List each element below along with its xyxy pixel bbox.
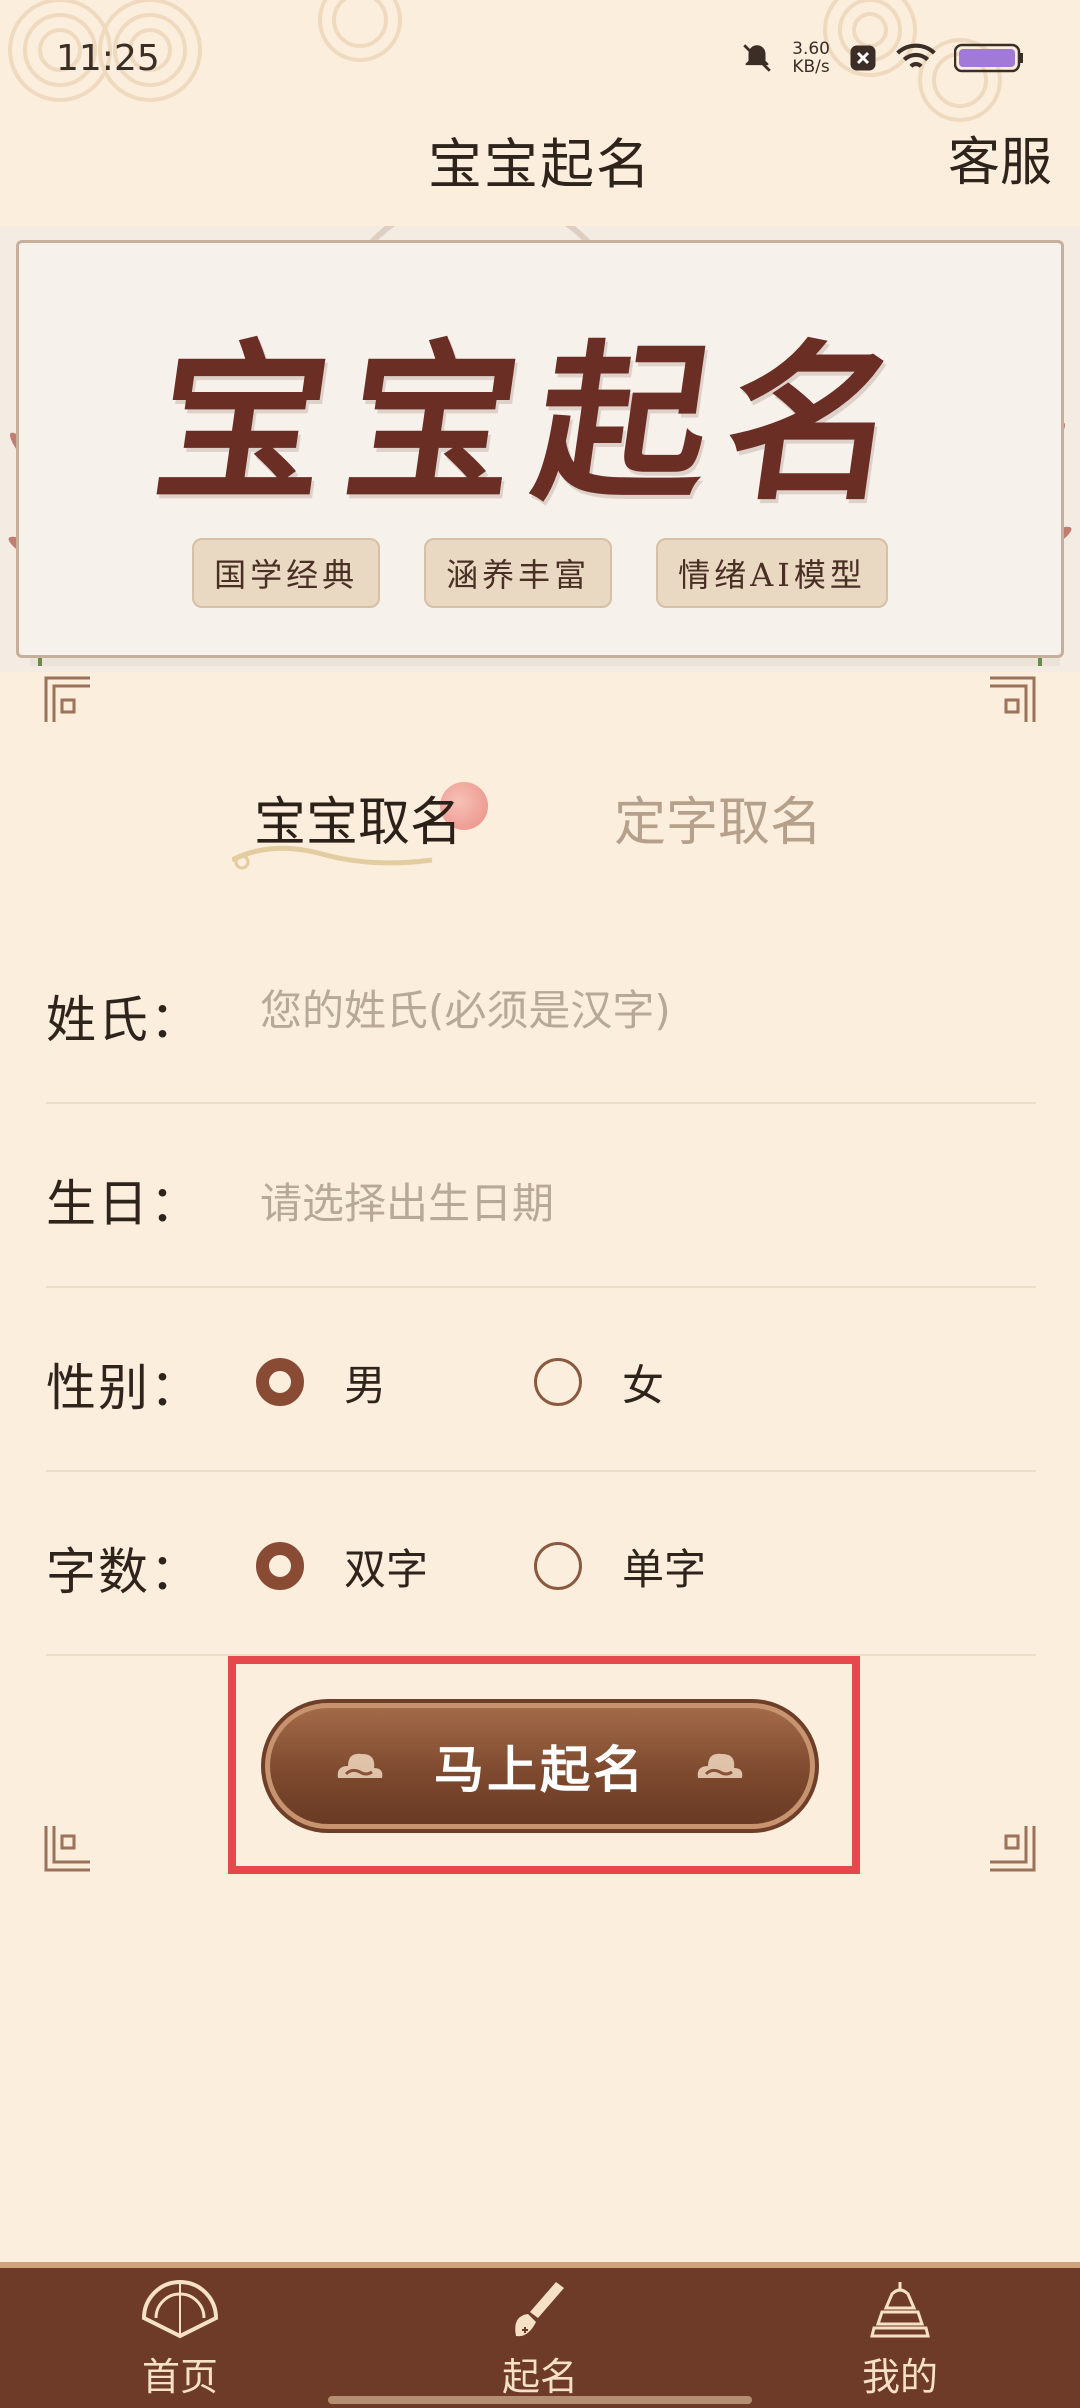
surname-input[interactable] (260, 978, 1000, 1042)
corner-ornament-top-right (990, 676, 1036, 722)
banner-tag: 涵养丰富 (424, 538, 613, 608)
bottom-navigation: 首页 起名 我的 (0, 2262, 1080, 2408)
birthday-label: 生日： (46, 1175, 202, 1233)
birthday-picker[interactable]: 请选择出生日期 (260, 1170, 554, 1231)
radio-label: 女 (622, 1360, 665, 1410)
nav-label-mine: 我的 (861, 2355, 938, 2399)
corner-ornament-bottom-right (990, 1826, 1036, 1872)
radio-checked-icon[interactable] (256, 1542, 304, 1590)
banner-tag: 情绪AI模型 (656, 538, 888, 608)
wifi-icon (896, 43, 936, 68)
banner-tag: 国学经典 (192, 538, 381, 608)
radio-label: 单字 (622, 1544, 707, 1594)
fan-icon (141, 2280, 219, 2339)
gender-row: 性别： 男 女 (46, 1288, 1036, 1472)
net-speed-unit: KB/s (792, 57, 830, 77)
home-indicator[interactable] (328, 2396, 752, 2404)
brush-icon (515, 2282, 564, 2337)
birthday-row: 生日： 请选择出生日期 (46, 1104, 1036, 1288)
app-page: 11:25 3.60 KB/s 宝宝起名 客服 宝宝起名 国学经典 涵养丰富 情… (0, 0, 1080, 2408)
surname-label: 姓氏： (46, 991, 202, 1049)
character-count-row: 字数： 双字 单字 (46, 1472, 1036, 1656)
nav-item-naming[interactable]: 起名 (430, 2278, 650, 2408)
cloud-ornament-icon (697, 1753, 743, 1778)
banner-tags: 国学经典 涵养丰富 情绪AI模型 (0, 538, 1080, 608)
mute-bell-icon (743, 44, 771, 72)
hero-banner: 宝宝起名 国学经典 涵养丰富 情绪AI模型 (0, 226, 1080, 672)
customer-service-button[interactable]: 客服 (948, 120, 1052, 195)
nav-item-home[interactable]: 首页 (70, 2278, 290, 2408)
tab-fixed-character-naming[interactable]: 定字取名 (614, 780, 822, 855)
naming-mode-tabs: 宝宝取名 定字取名 (0, 780, 1080, 880)
gender-label: 性别： (46, 1359, 202, 1417)
start-naming-button[interactable]: 马上起名 (270, 1708, 810, 1824)
count-option-double[interactable]: 双字 (256, 1526, 428, 1606)
radio-label: 男 (344, 1360, 387, 1410)
net-speed-value: 3.60 (792, 39, 830, 59)
nav-label-naming: 起名 (501, 2355, 578, 2399)
gender-option-female[interactable]: 女 (534, 1342, 664, 1422)
pagoda-icon (870, 2282, 930, 2338)
status-time: 11:25 (56, 38, 160, 79)
radio-label: 双字 (344, 1544, 429, 1594)
nav-item-mine[interactable]: 我的 (790, 2278, 1010, 2408)
cloud-ornament-icon (337, 1753, 383, 1778)
tab-baby-naming[interactable]: 宝宝取名 (254, 780, 462, 855)
net-speed: 3.60 KB/s (792, 40, 830, 76)
corner-ornament-bottom-left (44, 1826, 90, 1872)
status-bar: 11:25 3.60 KB/s (0, 0, 1080, 120)
radio-checked-icon[interactable] (256, 1358, 304, 1406)
gender-option-male[interactable]: 男 (256, 1342, 386, 1422)
surname-row: 姓氏： (46, 920, 1036, 1104)
naming-form: 姓氏： 生日： 请选择出生日期 性别： 男 女 字数： 双字 (46, 920, 1036, 1656)
character-count-label: 字数： (46, 1543, 202, 1601)
count-option-single[interactable]: 单字 (534, 1526, 706, 1606)
radio-unchecked-icon[interactable] (534, 1358, 582, 1406)
status-icons: 3.60 KB/s (740, 40, 1024, 76)
radio-unchecked-icon[interactable] (534, 1542, 582, 1590)
start-naming-label: 马上起名 (434, 1741, 646, 1799)
banner-title: 宝宝起名 (143, 324, 932, 524)
page-title: 宝宝起名 (428, 133, 652, 196)
nav-label-home: 首页 (141, 2355, 218, 2399)
battery-icon (954, 43, 1023, 73)
corner-ornament-top-left (44, 676, 90, 722)
close-app-icon (850, 45, 876, 71)
